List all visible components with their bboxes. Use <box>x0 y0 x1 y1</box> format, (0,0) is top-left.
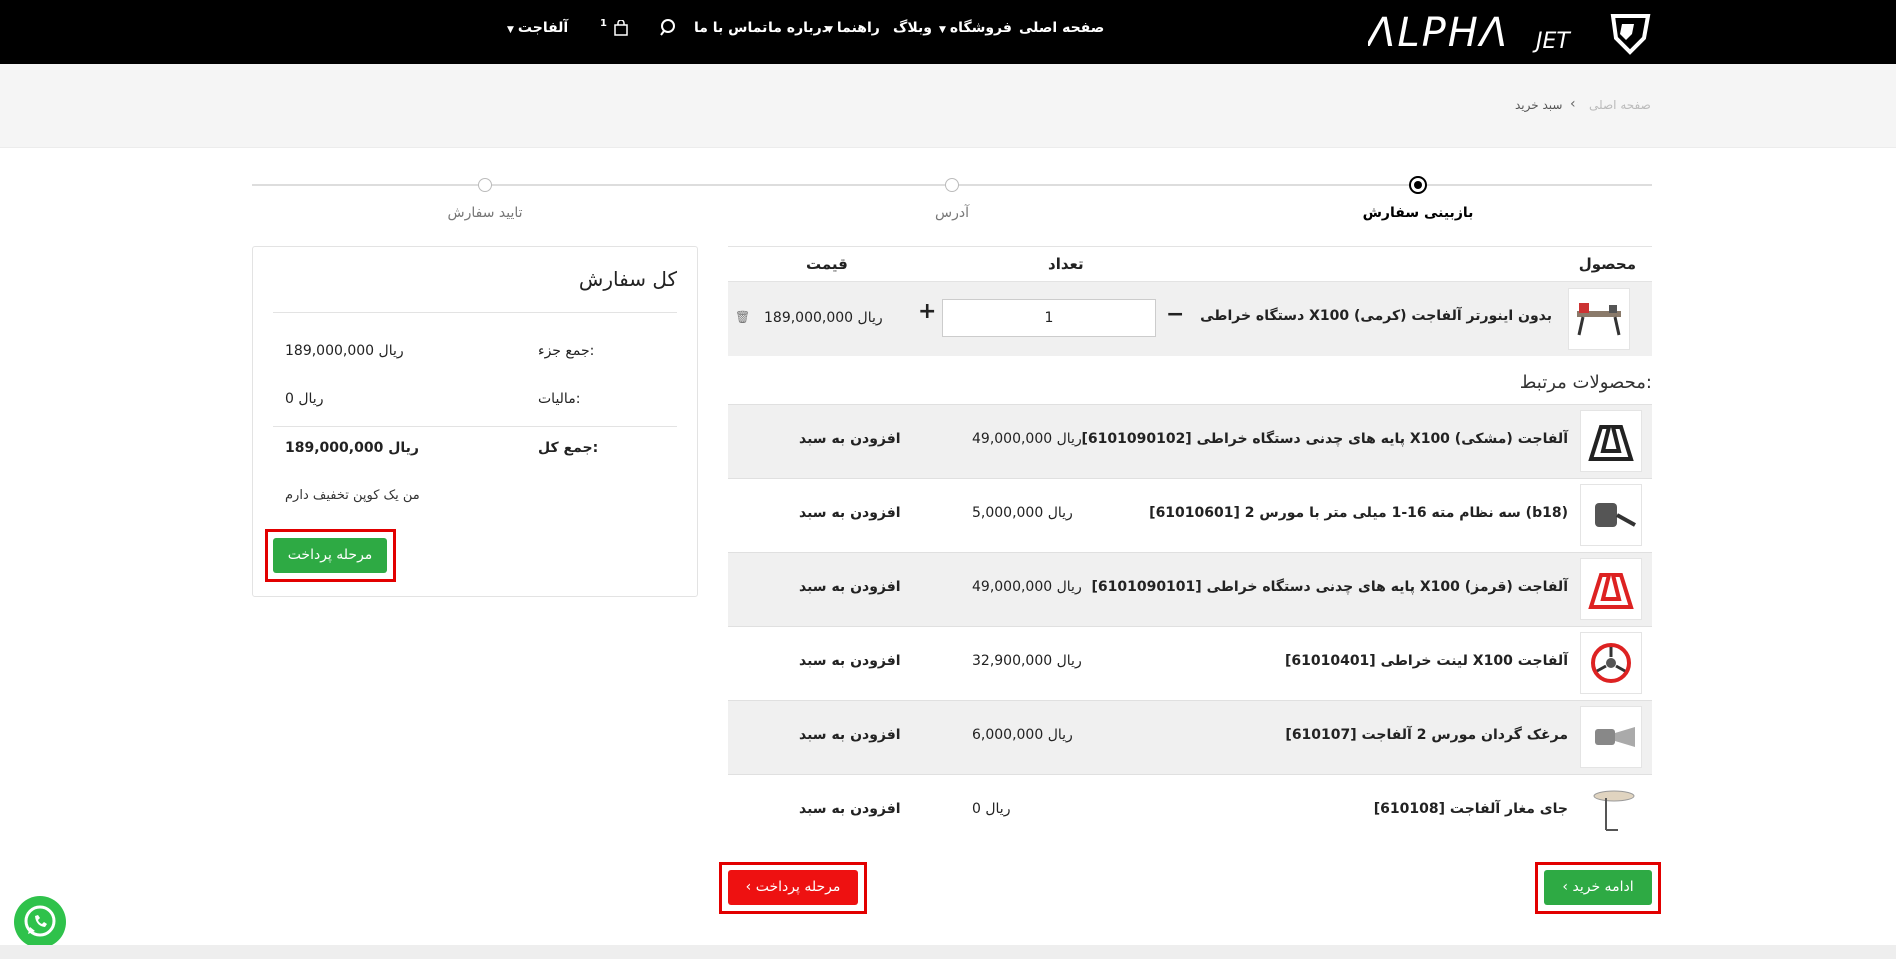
chevron-left-icon: ‹ <box>1562 879 1573 895</box>
step-address: آدرس <box>935 205 969 221</box>
alphajet-logo[interactable]: ΛLPHΛ JET <box>1365 8 1653 56</box>
header-quantity: تعداد <box>1048 255 1084 273</box>
go-to-payment-button[interactable]: ‹ مرحله پرداخت <box>728 870 858 905</box>
divider <box>273 426 677 427</box>
chevron-down-icon: ▼ <box>939 25 946 35</box>
tax-value: 0 ریال <box>285 391 324 407</box>
step-dot-review <box>1409 176 1427 194</box>
related-product-name[interactable]: [6101090101] پایه های چدنی دستگاه خراطی … <box>1091 579 1568 595</box>
coupon-link[interactable]: من یک کوپن تخفیف دارم <box>285 488 420 503</box>
cart-table-header: محصول تعداد قیمت <box>728 246 1652 282</box>
drill-chuck-image[interactable] <box>1580 484 1642 546</box>
step-dot-address <box>945 178 959 192</box>
related-product-price: 0 ریال <box>972 801 1011 817</box>
nav-blog[interactable]: وبلاگ <box>893 20 932 36</box>
related-product-price: 49,000,000 ریال <box>972 579 1082 595</box>
list-item: [610107] مرغک گردان مورس 2 آلفاجت 6,000,… <box>728 700 1652 774</box>
quantity-input[interactable]: 1 <box>942 299 1156 337</box>
related-product-price: 49,000,000 ریال <box>972 431 1082 447</box>
breadcrumb-home[interactable]: صفحه اصلی <box>1589 98 1651 112</box>
list-item: [6101090102] پایه های چدنی دستگاه خراطی … <box>728 404 1652 478</box>
add-to-cart-button[interactable]: افزودن به سبد <box>799 653 901 669</box>
tax-label: مالیات: <box>538 391 581 407</box>
stand-black-image[interactable] <box>1580 410 1642 472</box>
add-to-cart-button[interactable]: افزودن به سبد <box>799 505 901 521</box>
related-product-name[interactable]: [6101090102] پایه های چدنی دستگاه خراطی … <box>1082 431 1569 447</box>
related-product-price: 6,000,000 ریال <box>972 727 1073 743</box>
summary-checkout-button[interactable]: مرحله پرداخت <box>273 538 387 573</box>
nav-home[interactable]: صفحه اصلی <box>1019 20 1104 36</box>
chisel-holder-image[interactable] <box>1580 780 1642 842</box>
account-menu[interactable]: ▼ آلفاجت <box>507 20 568 36</box>
continue-shopping-button[interactable]: ‹ ادامه خرید <box>1544 870 1652 905</box>
add-to-cart-button[interactable]: افزودن به سبد <box>799 801 901 817</box>
total-value: 189,000,000 ریال <box>285 440 419 456</box>
related-product-name[interactable]: [610107] مرغک گردان مورس 2 آلفاجت <box>1285 727 1568 743</box>
list-item: [610108] جای مغار آلفاجت 0 ریال افزودن ب… <box>728 774 1652 848</box>
nav-contact[interactable]: تماس با ما <box>694 20 767 36</box>
chevron-left-icon: ‹ <box>1570 96 1576 112</box>
trash-icon[interactable]: 🗑 <box>735 310 750 324</box>
subtotal-label: جمع جزء: <box>538 343 595 359</box>
svg-text:ΛLPHΛ: ΛLPHΛ <box>1368 10 1509 56</box>
step-confirm: تایید سفارش <box>447 205 523 221</box>
add-to-cart-button[interactable]: افزودن به سبد <box>799 431 901 447</box>
subtotal-value: 189,000,000 ریال <box>285 343 404 359</box>
breadcrumb-current: سبد خرید <box>1515 98 1563 112</box>
cart-item-name[interactable]: دستگاه خراطی X100 بدون اینورتر آلفاجت (ک… <box>1200 308 1552 324</box>
related-products-title: محصولات مرتبط: <box>1519 372 1652 393</box>
lathe-chuck-image[interactable] <box>1580 632 1642 694</box>
total-label: جمع کل: <box>538 440 599 456</box>
divider <box>273 312 677 313</box>
cart-item-row: دستگاه خراطی X100 بدون اینورتر آلفاجت (ک… <box>728 282 1652 356</box>
minus-icon[interactable]: − <box>1166 302 1184 327</box>
cart-icon[interactable] <box>614 19 628 40</box>
cart-count-badge: 1 <box>600 18 607 29</box>
related-product-name[interactable]: [610108] جای مغار آلفاجت <box>1374 801 1568 817</box>
add-to-cart-button[interactable]: افزودن به سبد <box>799 727 901 743</box>
footer-strip <box>0 945 1896 959</box>
header-price: قیمت <box>806 255 848 273</box>
add-to-cart-button[interactable]: افزودن به سبد <box>799 579 901 595</box>
live-center-image[interactable] <box>1580 706 1642 768</box>
nav-about[interactable]: درباره ما <box>768 20 829 36</box>
nav-guides[interactable]: ▼ راهنما <box>826 20 880 36</box>
related-product-name[interactable]: [61010601] سه نظام مته 16-1 میلی متر با … <box>1149 505 1568 521</box>
search-icon[interactable] <box>660 18 678 40</box>
site-header: ΛLPHΛ JET صفحه اصلی ▼ فروشگاه وبلاگ ▼ راهن… <box>0 0 1896 64</box>
related-product-price: 5,000,000 ریال <box>972 505 1073 521</box>
chevron-down-icon: ▼ <box>507 25 514 35</box>
related-product-name[interactable]: [61010401] لینت خراطی X100 آلفاجت <box>1285 653 1568 669</box>
list-item: [61010601] سه نظام مته 16-1 میلی متر با … <box>728 478 1652 552</box>
step-dot-confirm <box>478 178 492 192</box>
list-item: [6101090101] پایه های چدنی دستگاه خراطی … <box>728 552 1652 626</box>
summary-title: کل سفارش <box>578 267 677 291</box>
lathe-image[interactable] <box>1568 288 1630 350</box>
whatsapp-icon[interactable] <box>14 896 66 948</box>
related-product-price: 32,900,000 ریال <box>972 653 1082 669</box>
plus-icon[interactable]: + <box>918 299 936 324</box>
stand-red-image[interactable] <box>1580 558 1642 620</box>
breadcrumb: صفحه اصلی ‹ سبد خرید <box>0 64 1896 148</box>
step-review: بازبینی سفارش <box>1362 205 1474 221</box>
header-product: محصول <box>1578 255 1636 273</box>
nav-shop[interactable]: ▼ فروشگاه <box>939 20 1012 36</box>
svg-text:JET: JET <box>1532 29 1571 54</box>
list-item: [61010401] لینت خراطی X100 آلفاجت 32,900… <box>728 626 1652 700</box>
chevron-left-icon: ‹ <box>745 879 756 895</box>
cart-item-price: 189,000,000 ریال <box>764 310 883 326</box>
